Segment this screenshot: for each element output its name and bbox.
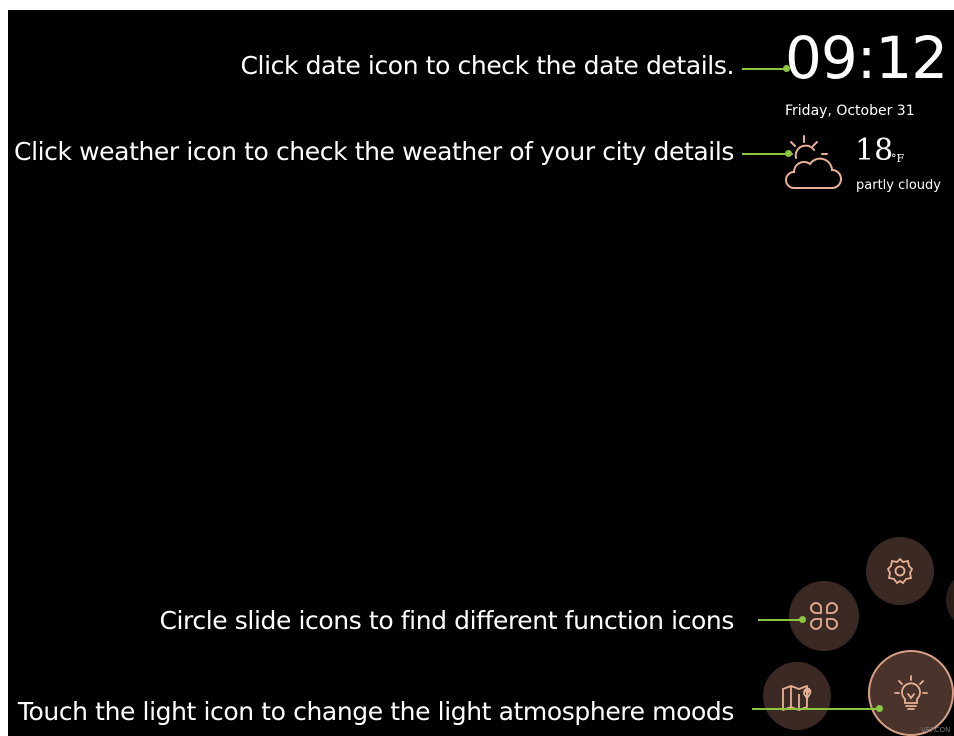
partial-circle-button[interactable] (946, 570, 954, 630)
light-annotation: Touch the light icon to change the light… (17, 697, 735, 726)
light-annotation-line (752, 708, 880, 710)
brand-logo: VERCON (921, 726, 951, 734)
date-text[interactable]: Friday, October 31 (785, 103, 915, 119)
weather-annotation: Click weather icon to check the weather … (14, 137, 734, 166)
circle-slide-annotation-dot (799, 616, 806, 623)
temperature-value: 18 (855, 133, 894, 168)
settings-button[interactable] (866, 537, 934, 605)
partly-cloudy-icon[interactable] (782, 132, 846, 194)
date-annotation: Click date icon to check the date detail… (240, 51, 734, 80)
apps-icon (810, 602, 838, 630)
clock-time[interactable]: 09:12 (785, 24, 948, 92)
weather-annotation-line (742, 153, 788, 155)
temperature-unit: °F (891, 152, 905, 165)
weather-annotation-dot (785, 150, 792, 157)
device-screen: 09:12 Friday, October 31 18 °F partly cl… (8, 10, 954, 736)
settings-icon (886, 557, 914, 585)
light-annotation-dot (876, 705, 883, 712)
light-bulb-icon (894, 675, 928, 710)
map-button[interactable] (763, 662, 831, 730)
light-button[interactable] (868, 650, 954, 736)
circle-slide-annotation-line (758, 619, 802, 621)
date-annotation-line (742, 68, 786, 70)
weather-condition: partly cloudy (856, 178, 941, 193)
circle-slide-annotation: Circle slide icons to find different fun… (159, 606, 734, 635)
date-annotation-dot (783, 65, 790, 72)
